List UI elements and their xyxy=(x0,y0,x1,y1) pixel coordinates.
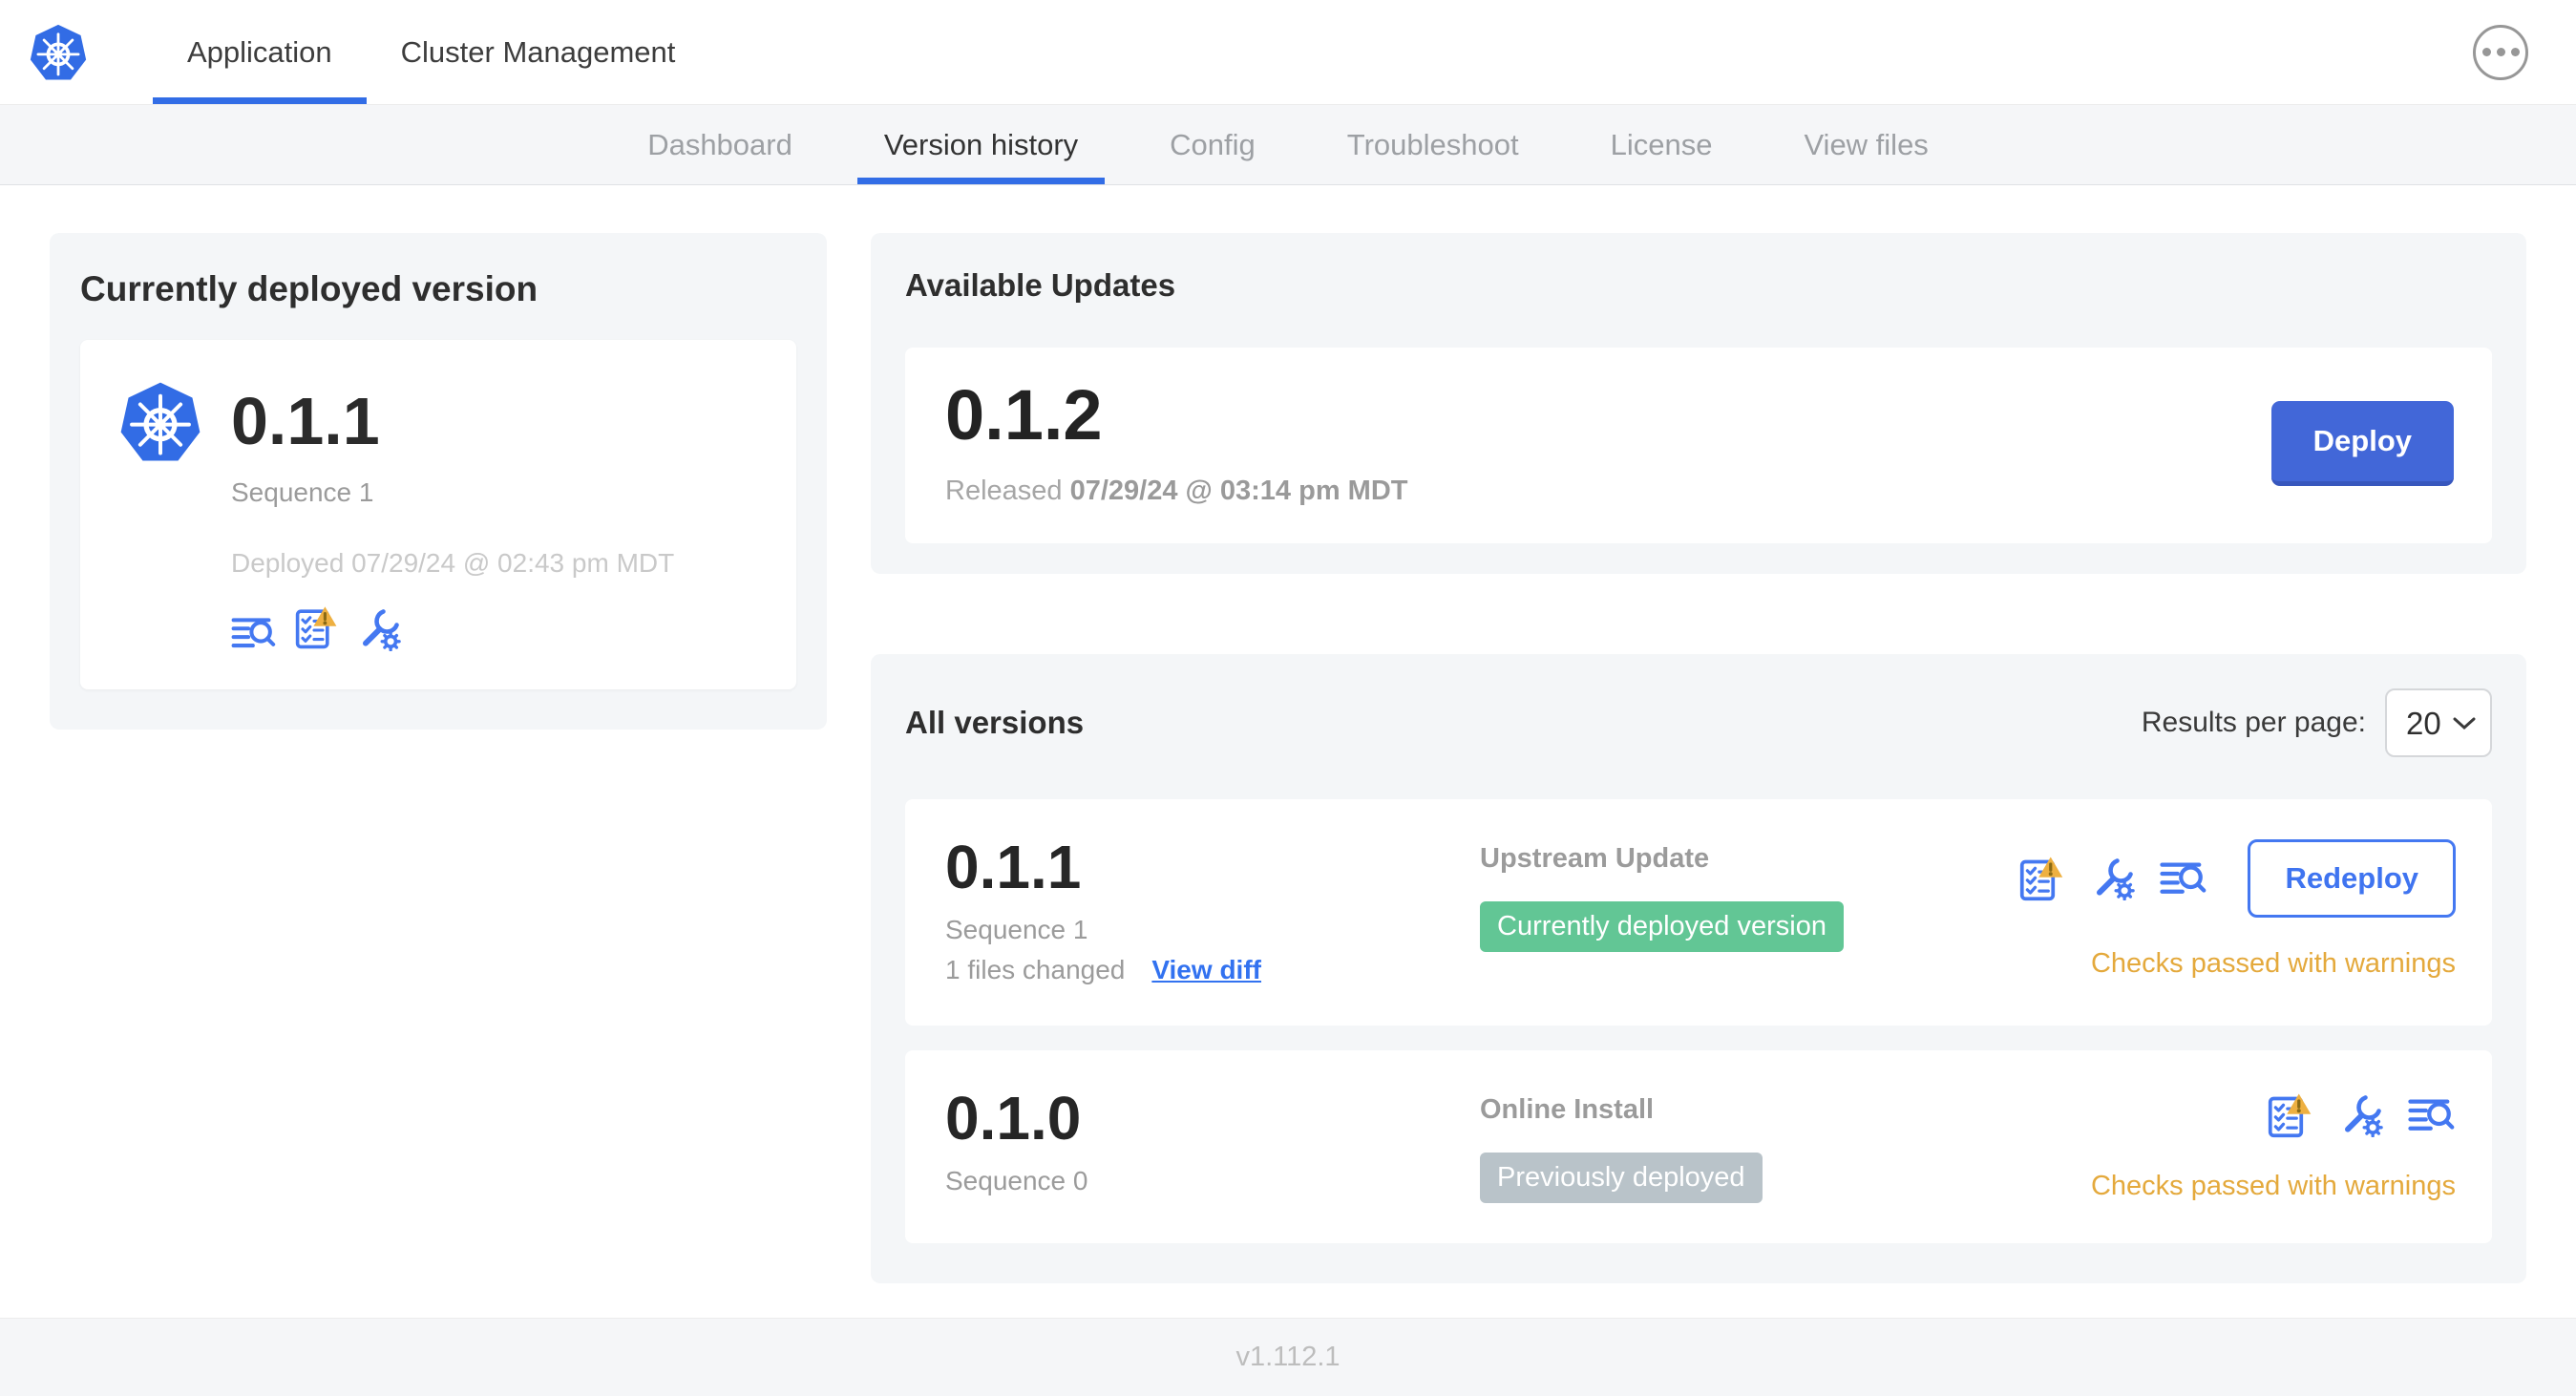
right-column: Available Updates 0.1.2 Released 07/29/2… xyxy=(871,233,2526,1284)
tab-view-files[interactable]: View files xyxy=(1777,105,1954,184)
app-sub-nav: Dashboard Version history Config Trouble… xyxy=(0,105,2576,185)
version-actions-block: Redeploy Checks passed with warnings xyxy=(2018,835,2456,980)
all-versions-panel: All versions Results per page: 20 0.1.1 … xyxy=(871,654,2526,1284)
version-number: 0.1.0 xyxy=(945,1084,1082,1153)
redeploy-button[interactable]: Redeploy xyxy=(2248,839,2456,918)
status-badge: Currently deployed version xyxy=(1480,901,1844,952)
tab-license[interactable]: License xyxy=(1584,105,1740,184)
deployed-version-number: 0.1.1 xyxy=(231,384,380,458)
kubernetes-logo-icon xyxy=(29,22,88,81)
view-diff-icon[interactable] xyxy=(2160,859,2207,898)
deployed-sequence: Sequence 1 xyxy=(231,477,374,507)
view-diff-icon[interactable] xyxy=(2408,1096,2456,1134)
version-info: 0.1.1 Sequence 1 1 files changed View di… xyxy=(945,835,1480,985)
preflight-checks-warning-icon[interactable] xyxy=(2018,854,2066,903)
tab-version-history[interactable]: Version history xyxy=(857,105,1105,184)
app-page: Application Cluster Management Dashboard… xyxy=(0,0,2576,1396)
top-nav: Application Cluster Management xyxy=(153,0,709,104)
app-footer: v1.112.1 xyxy=(0,1318,2576,1396)
update-released-line: Released 07/29/24 @ 03:14 pm MDT xyxy=(945,476,2271,507)
files-changed-label: 1 files changed xyxy=(945,955,1126,985)
all-versions-header: All versions Results per page: 20 xyxy=(905,688,2492,757)
version-source-block: Online Install Previously deployed xyxy=(1480,1087,2091,1204)
tab-config[interactable]: Config xyxy=(1143,105,1282,184)
version-number: 0.1.1 xyxy=(945,833,1082,901)
main-content: Currently deployed version 0.1.1 Sequenc… xyxy=(0,185,2576,1318)
version-source: Upstream Update xyxy=(1480,843,1710,874)
version-sequence: Sequence 1 xyxy=(945,915,1088,945)
results-per-page: Results per page: 20 xyxy=(2142,688,2492,757)
kubernetes-app-icon xyxy=(118,380,202,464)
released-prefix: Released xyxy=(945,476,1063,506)
console-version: v1.112.1 xyxy=(1235,1342,1341,1372)
currently-deployed-panel: Currently deployed version 0.1.1 Sequenc… xyxy=(50,233,827,730)
all-versions-title: All versions xyxy=(905,705,1085,740)
preflight-checks-status[interactable]: Checks passed with warnings xyxy=(2091,948,2456,980)
tab-cluster-management[interactable]: Cluster Management xyxy=(367,0,710,104)
more-options-button[interactable] xyxy=(2473,24,2528,80)
preflight-checks-status[interactable]: Checks passed with warnings xyxy=(2091,1171,2456,1202)
version-info: 0.1.0 Sequence 0 xyxy=(945,1084,1480,1196)
version-row-0-1-1: 0.1.1 Sequence 1 1 files changed View di… xyxy=(905,799,2492,1026)
results-per-page-label: Results per page: xyxy=(2141,707,2366,738)
update-info: 0.1.2 Released 07/29/24 @ 03:14 pm MDT xyxy=(945,380,2271,507)
top-bar: Application Cluster Management xyxy=(0,0,2576,105)
edit-config-icon[interactable] xyxy=(357,607,401,651)
preflight-checks-warning-icon[interactable] xyxy=(294,603,340,651)
edit-config-icon[interactable] xyxy=(2091,857,2135,900)
deployed-version-card: 0.1.1 Sequence 1 Deployed 07/29/24 @ 02:… xyxy=(80,340,796,689)
update-version-number: 0.1.2 xyxy=(945,375,1103,455)
version-sequence: Sequence 0 xyxy=(945,1166,1088,1196)
ellipsis-icon xyxy=(2481,48,2491,56)
tab-troubleshoot[interactable]: Troubleshoot xyxy=(1320,105,1546,184)
deployed-version-actions xyxy=(231,603,674,651)
deployed-timestamp: Deployed 07/29/24 @ 02:43 pm MDT xyxy=(231,548,675,578)
version-source: Online Install xyxy=(1480,1094,1655,1126)
view-diff-icon[interactable] xyxy=(231,615,277,651)
released-date: 07/29/24 @ 03:14 pm MDT xyxy=(1069,476,1408,506)
status-badge: Previously deployed xyxy=(1480,1153,1763,1204)
preflight-checks-warning-icon[interactable] xyxy=(2267,1090,2314,1140)
available-updates-panel: Available Updates 0.1.2 Released 07/29/2… xyxy=(871,233,2526,574)
available-updates-title: Available Updates xyxy=(905,267,1176,303)
results-per-page-select[interactable]: 20 xyxy=(2385,688,2492,757)
app-logo xyxy=(29,0,90,104)
view-diff-link[interactable]: View diff xyxy=(1151,955,1261,985)
edit-config-icon[interactable] xyxy=(2339,1093,2383,1137)
version-actions-block: Checks passed with warnings xyxy=(2091,1087,2456,1202)
version-source-block: Upstream Update Currently deployed versi… xyxy=(1480,835,2018,952)
version-row-0-1-0: 0.1.0 Sequence 0 Online Install Previous… xyxy=(905,1050,2492,1244)
deployed-version-body: 0.1.1 Sequence 1 Deployed 07/29/24 @ 02:… xyxy=(231,380,674,651)
tab-application[interactable]: Application xyxy=(153,0,367,104)
tab-dashboard[interactable]: Dashboard xyxy=(621,105,819,184)
available-update-row: 0.1.2 Released 07/29/24 @ 03:14 pm MDT D… xyxy=(905,348,2492,543)
deploy-button[interactable]: Deploy xyxy=(2270,401,2454,486)
deployed-panel-title: Currently deployed version xyxy=(80,269,538,308)
